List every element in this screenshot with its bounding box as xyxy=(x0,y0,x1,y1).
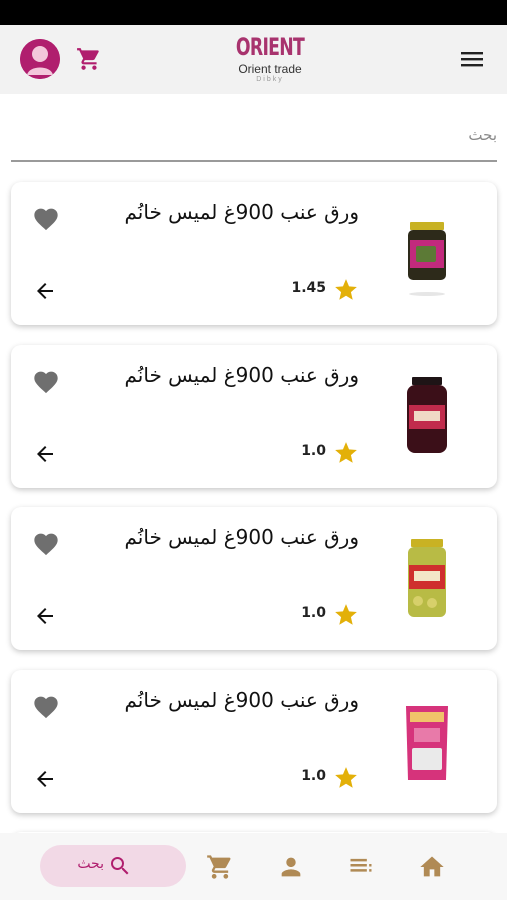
logo-tagline: Dibky xyxy=(256,76,284,83)
status-bar xyxy=(0,0,507,25)
star-icon xyxy=(333,440,359,466)
heart-icon[interactable] xyxy=(32,693,60,719)
arrow-left-icon[interactable] xyxy=(33,442,57,466)
product-card[interactable]: ورق عنب 900غ لميس خانُم 1.0 xyxy=(11,670,497,813)
hamburger-menu-icon[interactable] xyxy=(460,49,484,69)
search-nav-button[interactable]: بحث xyxy=(40,845,186,887)
heart-icon[interactable] xyxy=(32,368,60,394)
cart-icon[interactable] xyxy=(206,853,234,881)
search-placeholder: بحث xyxy=(468,126,497,144)
product-title: ورق عنب 900غ لميس خانُم xyxy=(124,363,359,387)
product-image xyxy=(396,210,456,298)
star-icon xyxy=(333,277,359,303)
list-icon[interactable] xyxy=(347,853,375,881)
product-title: ورق عنب 900غ لميس خانُم xyxy=(124,200,359,224)
product-title: ورق عنب 900غ لميس خانُم xyxy=(124,688,359,712)
product-image xyxy=(396,373,456,461)
heart-icon[interactable] xyxy=(32,530,60,556)
product-card[interactable]: ورق عنب 900غ لميس خانُم 1.0 xyxy=(11,507,497,650)
rating-value: 1.45 xyxy=(291,280,326,296)
search-nav-label: بحث xyxy=(77,856,104,872)
arrow-left-icon[interactable] xyxy=(33,604,57,628)
rating-value: 1.0 xyxy=(301,443,326,459)
product-card[interactable]: ورق عنب 900غ لميس خانُم 1.0 xyxy=(11,345,497,488)
product-title: ورق عنب 900غ لميس خانُم xyxy=(124,525,359,549)
home-icon[interactable] xyxy=(418,853,446,881)
rating-value: 1.0 xyxy=(301,605,326,621)
arrow-left-icon[interactable] xyxy=(33,767,57,791)
logo-mark: ORIENT xyxy=(235,33,305,61)
arrow-left-icon[interactable] xyxy=(33,279,57,303)
user-avatar-icon[interactable] xyxy=(20,39,60,79)
product-image xyxy=(396,698,456,786)
bottom-navigation: بحث xyxy=(0,833,507,900)
product-image xyxy=(396,535,456,623)
app-header: ORIENT Orient trade Dibky xyxy=(0,25,507,94)
search-input[interactable]: بحث xyxy=(11,110,497,162)
star-icon xyxy=(333,602,359,628)
brand-logo: ORIENT Orient trade Dibky xyxy=(222,32,318,90)
product-card[interactable]: ورق عنب 900غ لميس خانُم 1.45 xyxy=(11,182,497,325)
search-icon xyxy=(108,854,132,878)
rating-value: 1.0 xyxy=(301,768,326,784)
heart-icon[interactable] xyxy=(32,205,60,231)
cart-icon[interactable] xyxy=(76,46,102,72)
logo-subtitle: Orient trade xyxy=(238,62,302,76)
person-icon[interactable] xyxy=(277,853,305,881)
star-icon xyxy=(333,765,359,791)
